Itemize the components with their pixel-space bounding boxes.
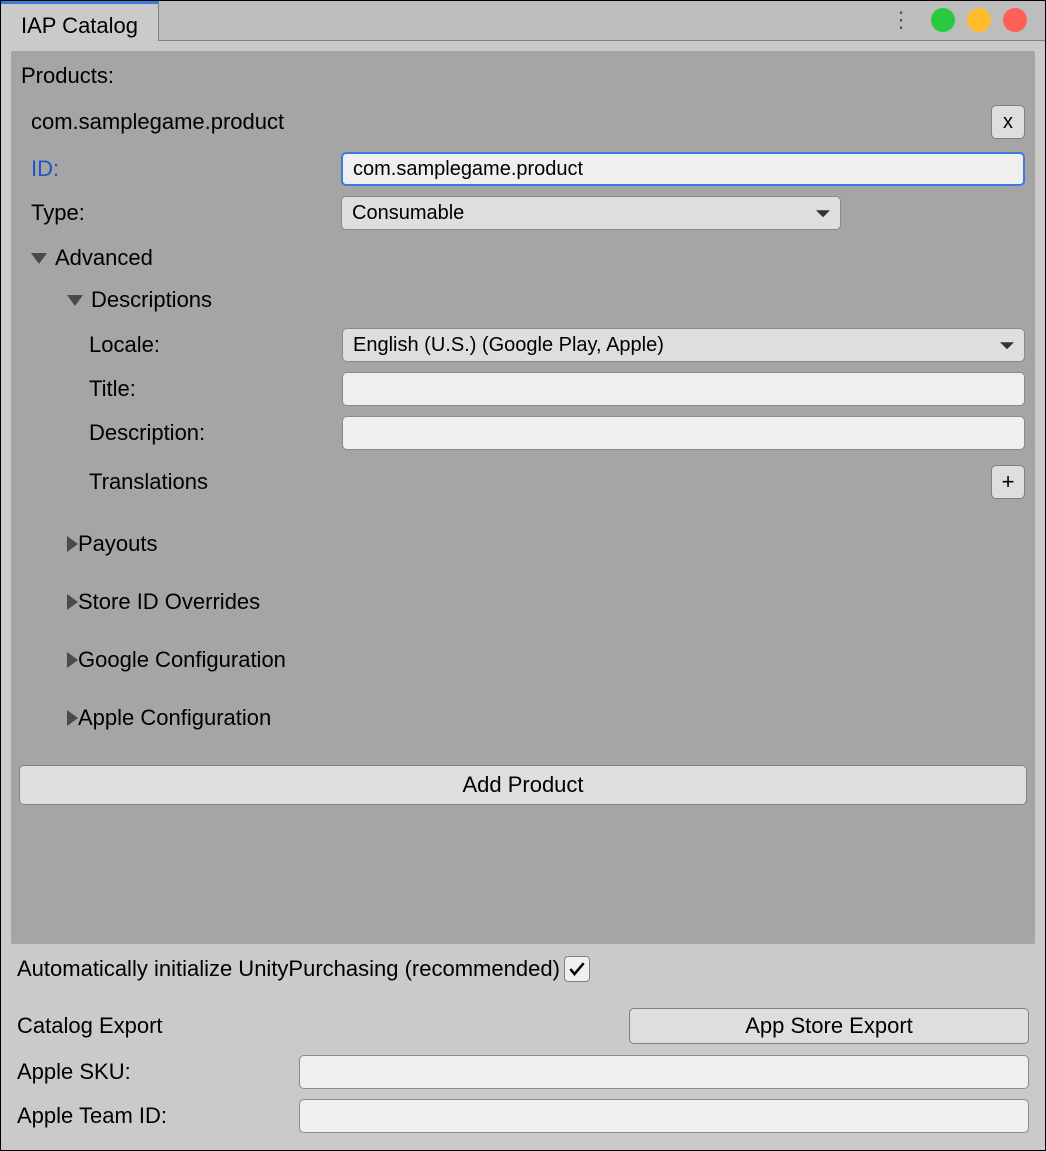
product-name: com.samplegame.product (31, 109, 284, 135)
description-row: Description: (19, 413, 1027, 453)
add-translation-button[interactable]: + (991, 465, 1025, 499)
google-config-label: Google Configuration (78, 647, 286, 673)
catalog-export-label: Catalog Export (17, 1013, 163, 1039)
google-config-foldout[interactable]: Google Configuration (19, 641, 1027, 679)
type-dropdown-value: Consumable (352, 202, 464, 225)
chevron-down-icon (31, 253, 47, 264)
locale-label: Locale: (89, 332, 342, 358)
descriptions-label: Descriptions (91, 287, 212, 313)
apple-sku-label: Apple SKU: (17, 1059, 299, 1085)
kebab-menu-icon[interactable]: ⋮ (890, 7, 909, 33)
locale-dropdown-value: English (U.S.) (Google Play, Apple) (353, 334, 664, 357)
description-label: Description: (89, 420, 342, 446)
type-row: Type: Consumable (19, 193, 1027, 233)
products-panel: Products: com.samplegame.product x ID: T… (11, 51, 1035, 944)
store-id-overrides-foldout[interactable]: Store ID Overrides (19, 583, 1027, 621)
locale-row: Locale: English (U.S.) (Google Play, App… (19, 325, 1027, 365)
advanced-label: Advanced (55, 245, 153, 271)
remove-product-button[interactable]: x (991, 105, 1025, 139)
auto-init-checkbox[interactable] (564, 956, 590, 982)
apple-team-id-input[interactable] (299, 1099, 1029, 1133)
type-dropdown[interactable]: Consumable (341, 196, 841, 230)
add-product-button[interactable]: Add Product (19, 765, 1027, 805)
title-row: Title: (19, 369, 1027, 409)
apple-team-id-label: Apple Team ID: (17, 1103, 299, 1129)
checkmark-icon (567, 959, 587, 979)
title-input[interactable] (342, 372, 1025, 406)
product-header: com.samplegame.product x (19, 101, 1027, 143)
apple-team-id-row: Apple Team ID: (13, 1096, 1033, 1136)
apple-sku-input[interactable] (299, 1055, 1029, 1089)
translations-row: Translations + (19, 459, 1027, 505)
body-area: Products: com.samplegame.product x ID: T… (1, 41, 1045, 1150)
store-id-overrides-label: Store ID Overrides (78, 589, 260, 615)
payouts-label: Payouts (78, 531, 158, 557)
type-label: Type: (31, 200, 341, 226)
spacer (19, 805, 1027, 936)
chevron-right-icon (67, 710, 78, 726)
products-label: Products: (19, 59, 1027, 95)
apple-config-label: Apple Configuration (78, 705, 271, 731)
maximize-button[interactable] (967, 8, 991, 32)
minimize-button[interactable] (931, 8, 955, 32)
close-button[interactable] (1003, 8, 1027, 32)
titlebar: IAP Catalog ⋮ (1, 1, 1045, 41)
chevron-right-icon (67, 594, 78, 610)
app-store-export-button[interactable]: App Store Export (629, 1008, 1029, 1044)
chevron-right-icon (67, 536, 78, 552)
title-label: Title: (89, 376, 342, 402)
id-row: ID: (19, 149, 1027, 189)
locale-dropdown[interactable]: English (U.S.) (Google Play, Apple) (342, 328, 1025, 362)
description-input[interactable] (342, 416, 1025, 450)
auto-init-row: Automatically initialize UnityPurchasing… (13, 952, 1033, 986)
tab-iap-catalog[interactable]: IAP Catalog (1, 1, 159, 41)
descriptions-foldout[interactable]: Descriptions (19, 281, 1027, 319)
translations-label: Translations (89, 469, 208, 495)
payouts-foldout[interactable]: Payouts (19, 525, 1027, 563)
tab-label: IAP Catalog (21, 13, 138, 39)
apple-sku-row: Apple SKU: (13, 1052, 1033, 1092)
advanced-foldout[interactable]: Advanced (19, 239, 1027, 277)
window-controls: ⋮ (890, 7, 1027, 33)
apple-config-foldout[interactable]: Apple Configuration (19, 699, 1027, 737)
chevron-right-icon (67, 652, 78, 668)
id-label: ID: (31, 156, 341, 182)
chevron-down-icon (67, 295, 83, 306)
auto-init-label: Automatically initialize UnityPurchasing… (17, 956, 560, 982)
bottom-panel: Automatically initialize UnityPurchasing… (11, 944, 1035, 1140)
id-input[interactable] (341, 152, 1025, 186)
catalog-export-row: Catalog Export App Store Export (13, 1004, 1033, 1048)
